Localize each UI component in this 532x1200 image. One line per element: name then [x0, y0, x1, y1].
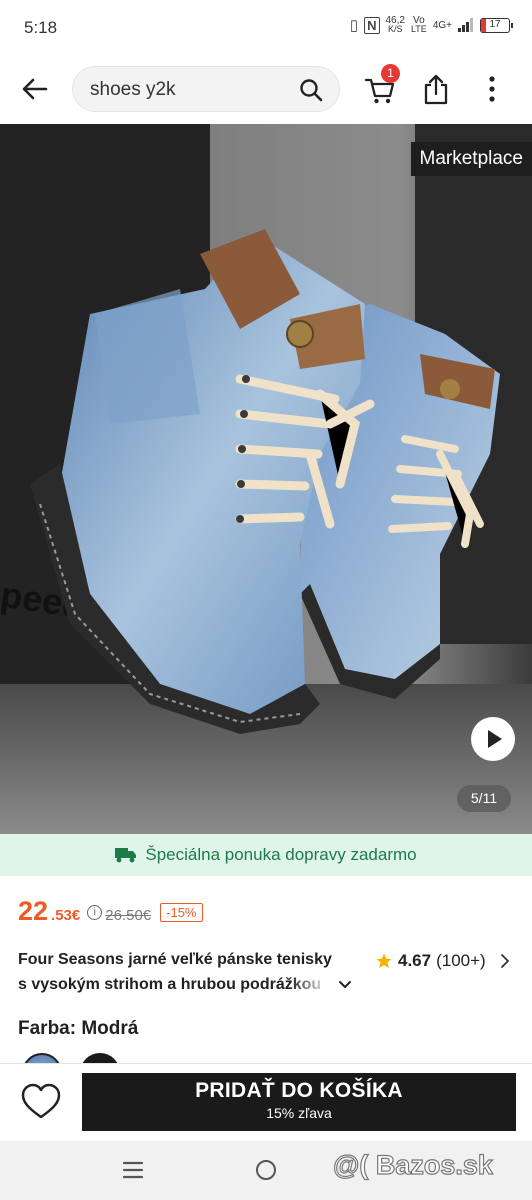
product-title-line1: Four Seasons jarné veľké pánske tenisky: [18, 951, 332, 968]
truck-icon: [115, 848, 137, 863]
title-fade: [290, 972, 330, 998]
product-image[interactable]: peed of: [0, 124, 532, 834]
add-to-cart-button[interactable]: PRIDAŤ DO KOŠÍKA 15% zľava: [82, 1073, 516, 1131]
price-row: 22 .53€ i 26.50€ -15%: [18, 896, 203, 928]
cart-badge: 1: [381, 64, 400, 83]
battery-icon: 17: [480, 17, 513, 33]
price-decimal: .53€: [51, 907, 81, 924]
product-photo: peed of: [0, 124, 532, 834]
play-video-button[interactable]: [471, 717, 515, 761]
net-speed: 46,2 K/S: [386, 16, 405, 34]
chevron-right-icon[interactable]: [497, 952, 513, 970]
add-to-cart-label: PRIDAŤ DO KOŠÍKA: [195, 1079, 403, 1102]
play-icon: [488, 730, 502, 748]
watermark: @( Bazos.sk: [332, 1149, 493, 1180]
expand-chevron-icon[interactable]: [337, 977, 353, 993]
add-to-cart-discount: 15% zľava: [266, 1105, 332, 1121]
volte-bottom: LTE: [410, 24, 427, 34]
color-label: Farba: Modrá: [18, 1018, 139, 1039]
back-arrow-icon[interactable]: [20, 74, 50, 104]
shipping-text: Špeciálna ponuka dopravy zadarmo: [145, 845, 417, 864]
rating[interactable]: 4.67 (100+): [375, 951, 486, 971]
info-icon[interactable]: i: [87, 904, 103, 920]
marketplace-tag: Marketplace: [410, 142, 532, 176]
battery-level: 17: [489, 18, 501, 30]
price-integer: 22: [18, 896, 49, 926]
net-speed-unit: K/S: [387, 24, 403, 34]
star-icon: [376, 953, 392, 969]
status-bar: 5:18 ▯ N 46,2 K/S Vo LTE 4G+ 17: [0, 0, 532, 58]
status-indicators: ▯ N 46,2 K/S Vo LTE 4G+ 17: [349, 16, 513, 34]
network-type: 4G+: [432, 19, 452, 31]
product-title-line2: s vysokým strihom a hrubou podrážkou: [18, 976, 322, 993]
share-icon[interactable]: [422, 72, 450, 106]
search-icon[interactable]: [299, 78, 323, 102]
nfc-icon: N: [364, 16, 380, 34]
rating-count: (100+): [436, 951, 486, 970]
search-query: shoes y2k: [90, 79, 176, 100]
image-counter: 5/11: [457, 785, 511, 812]
status-time: 5:18: [24, 18, 58, 37]
volte-indicator: Vo LTE: [411, 16, 427, 34]
vibrate-icon: ▯: [349, 17, 359, 34]
more-options-icon[interactable]: [480, 72, 504, 106]
signal-icon: [458, 18, 473, 32]
discount-badge: -15%: [160, 902, 203, 922]
recent-apps-icon[interactable]: [122, 1160, 144, 1180]
home-icon[interactable]: [256, 1160, 276, 1180]
rating-value: 4.67: [398, 951, 432, 970]
search-input[interactable]: shoes y2k: [72, 66, 340, 112]
shipping-banner[interactable]: Špeciálna ponuka dopravy zadarmo: [0, 834, 532, 876]
original-price: 26.50€: [105, 907, 152, 924]
heart-icon[interactable]: [20, 1082, 62, 1122]
